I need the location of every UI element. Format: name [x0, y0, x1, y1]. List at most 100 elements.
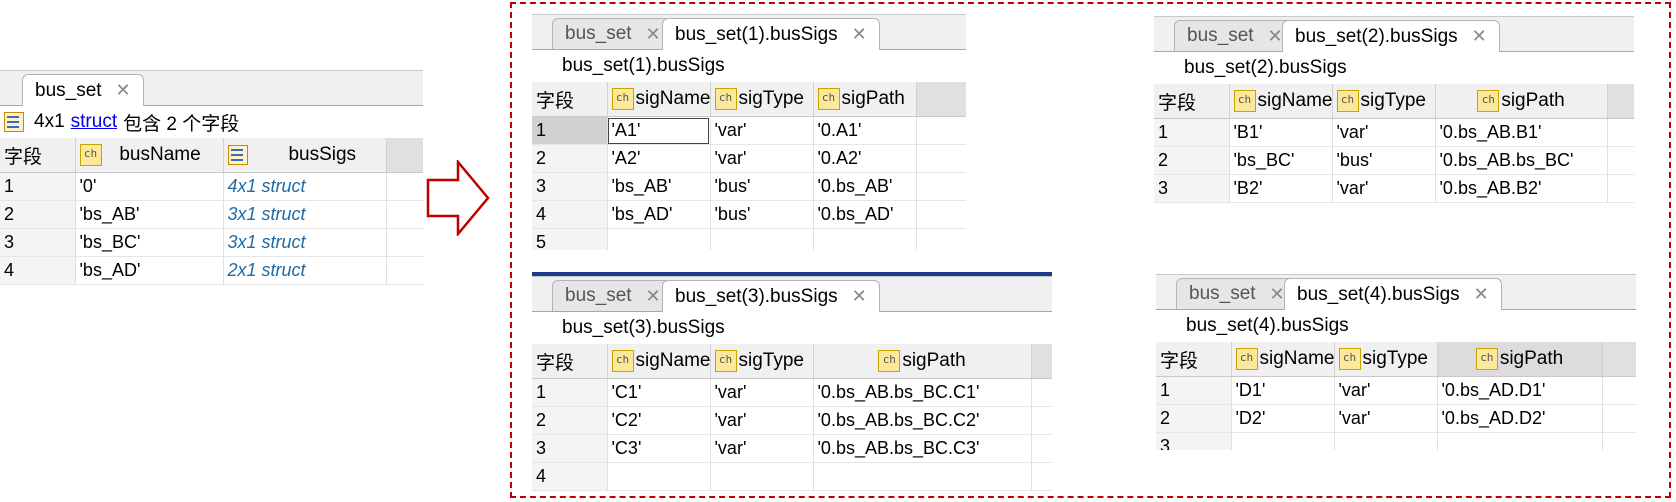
table-row[interactable]: 1 'A1''var' '0.A1'	[532, 116, 966, 145]
column-header-signame[interactable]: ch sigName	[1231, 342, 1335, 377]
row-index[interactable]: 4	[532, 200, 608, 229]
table-row[interactable]: 4	[532, 462, 1052, 491]
close-tab-icon[interactable]: ✕	[852, 286, 867, 307]
table-row[interactable]: 2 'D2''var' '0.bs_AD.D2'	[1156, 404, 1636, 433]
table-row[interactable]: 3'bs_BC' 3x1 struct	[0, 228, 423, 257]
column-header-field[interactable]: 字段	[0, 138, 76, 173]
row-index[interactable]: 2	[0, 200, 76, 229]
cell-signame[interactable]	[1231, 432, 1335, 450]
table-row[interactable]: 5	[532, 228, 966, 250]
cell-signame[interactable]: 'bs_BC'	[1229, 146, 1333, 175]
close-tab-icon[interactable]: ✕	[646, 24, 661, 45]
cell-sigtype[interactable]	[710, 228, 814, 250]
column-header-signame[interactable]: ch sigName	[607, 82, 711, 117]
table-row[interactable]: 4'bs_AD''bus' '0.bs_AD'	[532, 200, 966, 229]
cell-signame[interactable]: 'D2'	[1231, 404, 1335, 433]
cell-sigtype[interactable]: 'var'	[710, 116, 814, 145]
tab-bussigs[interactable]: bus_set(3).busSigs ✕	[662, 280, 880, 312]
row-index[interactable]: 1	[532, 116, 608, 145]
column-header-bussigs[interactable]: busSigs	[223, 138, 387, 173]
row-index[interactable]: 1	[0, 172, 76, 201]
row-index[interactable]: 2	[1156, 404, 1232, 433]
table-row[interactable]: 2 'A2''var' '0.A2'	[532, 144, 966, 173]
row-index[interactable]: 3	[532, 434, 608, 463]
cell-signame[interactable]	[607, 228, 711, 250]
column-header-sigtype[interactable]: ch sigType	[1334, 342, 1438, 377]
tab-bus-set[interactable]: bus_set ✕	[22, 74, 144, 106]
cell-sigtype[interactable]: 'bus'	[710, 200, 814, 229]
row-index[interactable]: 1	[1154, 118, 1230, 147]
column-header-sigtype[interactable]: ch sigType	[710, 344, 814, 379]
row-index[interactable]: 4	[532, 462, 608, 491]
cell-signame[interactable]: 'C3'	[607, 434, 711, 463]
cell-sigpath[interactable]: '0.bs_AB.bs_BC.C1'	[813, 378, 1032, 407]
cell-sigpath[interactable]: '0.bs_AB.B1'	[1435, 118, 1608, 147]
cell-sigpath[interactable]: '0.A2'	[813, 144, 917, 173]
close-tab-icon[interactable]: ✕	[852, 24, 867, 45]
cell-sigpath[interactable]: '0.bs_AB.bs_BC.C2'	[813, 406, 1032, 435]
cell-signame[interactable]: 'B2'	[1229, 174, 1333, 203]
cell-sigtype[interactable]: 'var'	[710, 434, 814, 463]
row-index[interactable]: 3	[1156, 432, 1232, 450]
struct-link[interactable]: struct	[71, 111, 117, 133]
close-tab-icon[interactable]: ✕	[1472, 26, 1487, 47]
table-row[interactable]: 1 'C1''var' '0.bs_AB.bs_BC.C1'	[532, 378, 1052, 407]
column-header-sigpath[interactable]: ch sigPath	[1437, 342, 1603, 377]
cell-sigpath[interactable]: '0.bs_AB.bs_BC.C3'	[813, 434, 1032, 463]
close-tab-icon[interactable]: ✕	[646, 286, 661, 307]
cell-sigtype[interactable]: 'var'	[710, 378, 814, 407]
close-tab-icon[interactable]: ✕	[1474, 284, 1489, 305]
row-index[interactable]: 1	[1156, 376, 1232, 405]
cell-sigpath[interactable]: '0.bs_AB.B2'	[1435, 174, 1608, 203]
column-header-signame[interactable]: ch sigName	[607, 344, 711, 379]
table-row[interactable]: 1 'D1''var' '0.bs_AD.D1'	[1156, 376, 1636, 405]
cell-sigtype[interactable]: 'bus'	[710, 172, 814, 201]
cell-sigpath[interactable]	[1437, 432, 1603, 450]
cell-signame[interactable]: 'C2'	[607, 406, 711, 435]
cell-sigtype[interactable]: 'bus'	[1332, 146, 1436, 175]
column-header-sigpath[interactable]: ch sigPath	[813, 344, 1032, 379]
cell-sigtype[interactable]: 'var'	[1334, 376, 1438, 405]
row-index[interactable]: 2	[532, 144, 608, 173]
column-header-signame[interactable]: ch sigName	[1229, 84, 1333, 119]
table-row[interactable]: 3 'B2''var' '0.bs_AB.B2'	[1154, 174, 1634, 203]
cell-busname[interactable]: '0'	[75, 172, 224, 201]
cell-signame[interactable]: 'bs_AB'	[607, 172, 711, 201]
column-header-sigpath[interactable]: ch sigPath	[813, 82, 917, 117]
cell-bussigs[interactable]: 3x1 struct	[223, 200, 387, 229]
tab-bus-set[interactable]: bus_set ✕	[552, 280, 674, 311]
column-header-field[interactable]: 字段	[532, 82, 608, 117]
cell-sigpath[interactable]: '0.bs_AD.D2'	[1437, 404, 1603, 433]
cell-sigtype[interactable]	[1334, 432, 1438, 450]
cell-sigtype[interactable]: 'var'	[710, 406, 814, 435]
cell-sigtype[interactable]: 'var'	[710, 144, 814, 173]
cell-busname[interactable]: 'bs_AD'	[75, 256, 224, 285]
cell-sigpath[interactable]: '0.bs_AD.D1'	[1437, 376, 1603, 405]
cell-sigpath[interactable]: '0.bs_AD'	[813, 200, 917, 229]
table-row[interactable]: 2'bs_AB' 3x1 struct	[0, 200, 423, 229]
cell-busname[interactable]: 'bs_BC'	[75, 228, 224, 257]
column-header-sigpath[interactable]: ch sigPath	[1435, 84, 1608, 119]
cell-busname[interactable]: 'bs_AB'	[75, 200, 224, 229]
cell-bussigs[interactable]: 3x1 struct	[223, 228, 387, 257]
tab-bussigs[interactable]: bus_set(1).busSigs ✕	[662, 18, 880, 50]
table-row[interactable]: 1'0' 4x1 struct	[0, 172, 423, 201]
table-row[interactable]: 4'bs_AD' 2x1 struct	[0, 256, 423, 285]
table-row[interactable]: 3	[1156, 432, 1636, 450]
tab-bus-set[interactable]: bus_set ✕	[1174, 20, 1296, 51]
column-header-field[interactable]: 字段	[1154, 84, 1230, 119]
row-index[interactable]: 2	[1154, 146, 1230, 175]
cell-bussigs[interactable]: 2x1 struct	[223, 256, 387, 285]
close-tab-icon[interactable]: ✕	[116, 80, 131, 101]
close-tab-icon[interactable]: ✕	[1268, 26, 1283, 47]
tab-bus-set[interactable]: bus_set ✕	[1176, 278, 1298, 309]
cell-signame[interactable]: 'A1'	[607, 116, 711, 145]
cell-signame[interactable]: 'D1'	[1231, 376, 1335, 405]
cell-sigpath[interactable]: '0.A1'	[813, 116, 917, 145]
cell-sigtype[interactable]: 'var'	[1332, 118, 1436, 147]
column-header-field[interactable]: 字段	[1156, 342, 1232, 377]
cell-signame[interactable]: 'bs_AD'	[607, 200, 711, 229]
tab-bus-set[interactable]: bus_set ✕	[552, 18, 674, 49]
table-row[interactable]: 1 'B1''var' '0.bs_AB.B1'	[1154, 118, 1634, 147]
row-index[interactable]: 3	[1154, 174, 1230, 203]
